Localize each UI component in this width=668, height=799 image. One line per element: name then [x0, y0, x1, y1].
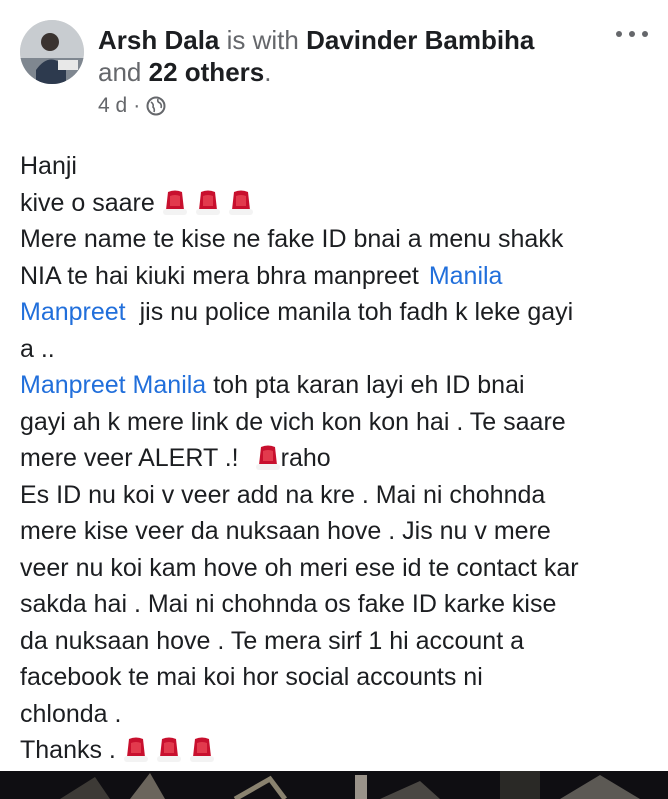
text-line: gayi ah k mere link de vich kon kon hai … — [20, 407, 566, 436]
author-name[interactable]: Arsh Dala — [98, 25, 219, 55]
text-line: veer nu koi kam hove oh meri ese id te c… — [20, 553, 579, 582]
more-options-icon[interactable] — [616, 22, 648, 46]
text-line: Thanks . — [20, 732, 656, 769]
and-text: and — [98, 57, 142, 87]
text-line: facebook te mai koi hor social accounts … — [20, 663, 483, 691]
red-cap-emoji-icon — [189, 735, 215, 765]
author-line-2: and 22 others. — [98, 56, 271, 88]
mention-link[interactable]: Manpreet — [20, 294, 126, 331]
mention-link[interactable]: Manpreet Manila — [20, 367, 206, 404]
text-line: sakda hai . Mai ni chohnda os fake ID ka… — [20, 590, 557, 618]
text-line: mere veer ALERT .! raho — [20, 443, 331, 473]
text-line: Es ID nu koi v veer add na kre . Mai ni … — [20, 480, 546, 509]
text-line: da nuksaan hove . Te mera sirf 1 hi acco… — [20, 626, 525, 655]
post-time[interactable]: 4 d — [98, 94, 127, 118]
post-body: Hanji kive o saare Mere name te kise ne … — [20, 148, 656, 769]
text-line: Hanji — [20, 152, 77, 180]
period: . — [264, 57, 272, 87]
post-header: Arsh Dala is with Davinder Bambiha and 2… — [0, 0, 668, 130]
others-link[interactable]: 22 others — [149, 57, 265, 87]
text-line: a .. — [20, 334, 55, 363]
text-line: Mere name te kise ne fake ID bnai a menu… — [20, 225, 564, 253]
text-line: chlonda . — [20, 699, 122, 728]
avatar[interactable] — [20, 20, 84, 84]
mention-link[interactable]: Manila — [429, 258, 503, 295]
text-line: kive o saare — [20, 185, 656, 222]
red-cap-emoji-icon — [123, 735, 149, 765]
red-cap-emoji-icon — [195, 188, 221, 218]
red-cap-emoji-icon — [156, 735, 182, 765]
text-line: Manpreet Manila toh pta karan layi eh ID … — [20, 367, 656, 404]
globe-icon[interactable] — [146, 96, 166, 116]
post-meta: 4 d · — [98, 94, 166, 118]
author-line: Arsh Dala is with Davinder Bambiha — [98, 24, 534, 56]
text-line: NIA te hai kiuki mera bhra manpreet Manil… — [20, 258, 656, 295]
red-cap-emoji-icon — [162, 188, 188, 218]
meta-dot: · — [133, 94, 141, 117]
red-cap-emoji-icon — [255, 443, 281, 473]
with-text: is with — [226, 25, 299, 55]
text-line: mere kise veer da nuksaan hove . Jis nu … — [20, 517, 551, 545]
text-line: Manpreet jis nu police manila toh fadh k … — [20, 294, 656, 331]
post-photo[interactable] — [0, 771, 668, 799]
red-cap-emoji-icon — [228, 188, 254, 218]
tagged-name[interactable]: Davinder Bambiha — [306, 25, 534, 55]
